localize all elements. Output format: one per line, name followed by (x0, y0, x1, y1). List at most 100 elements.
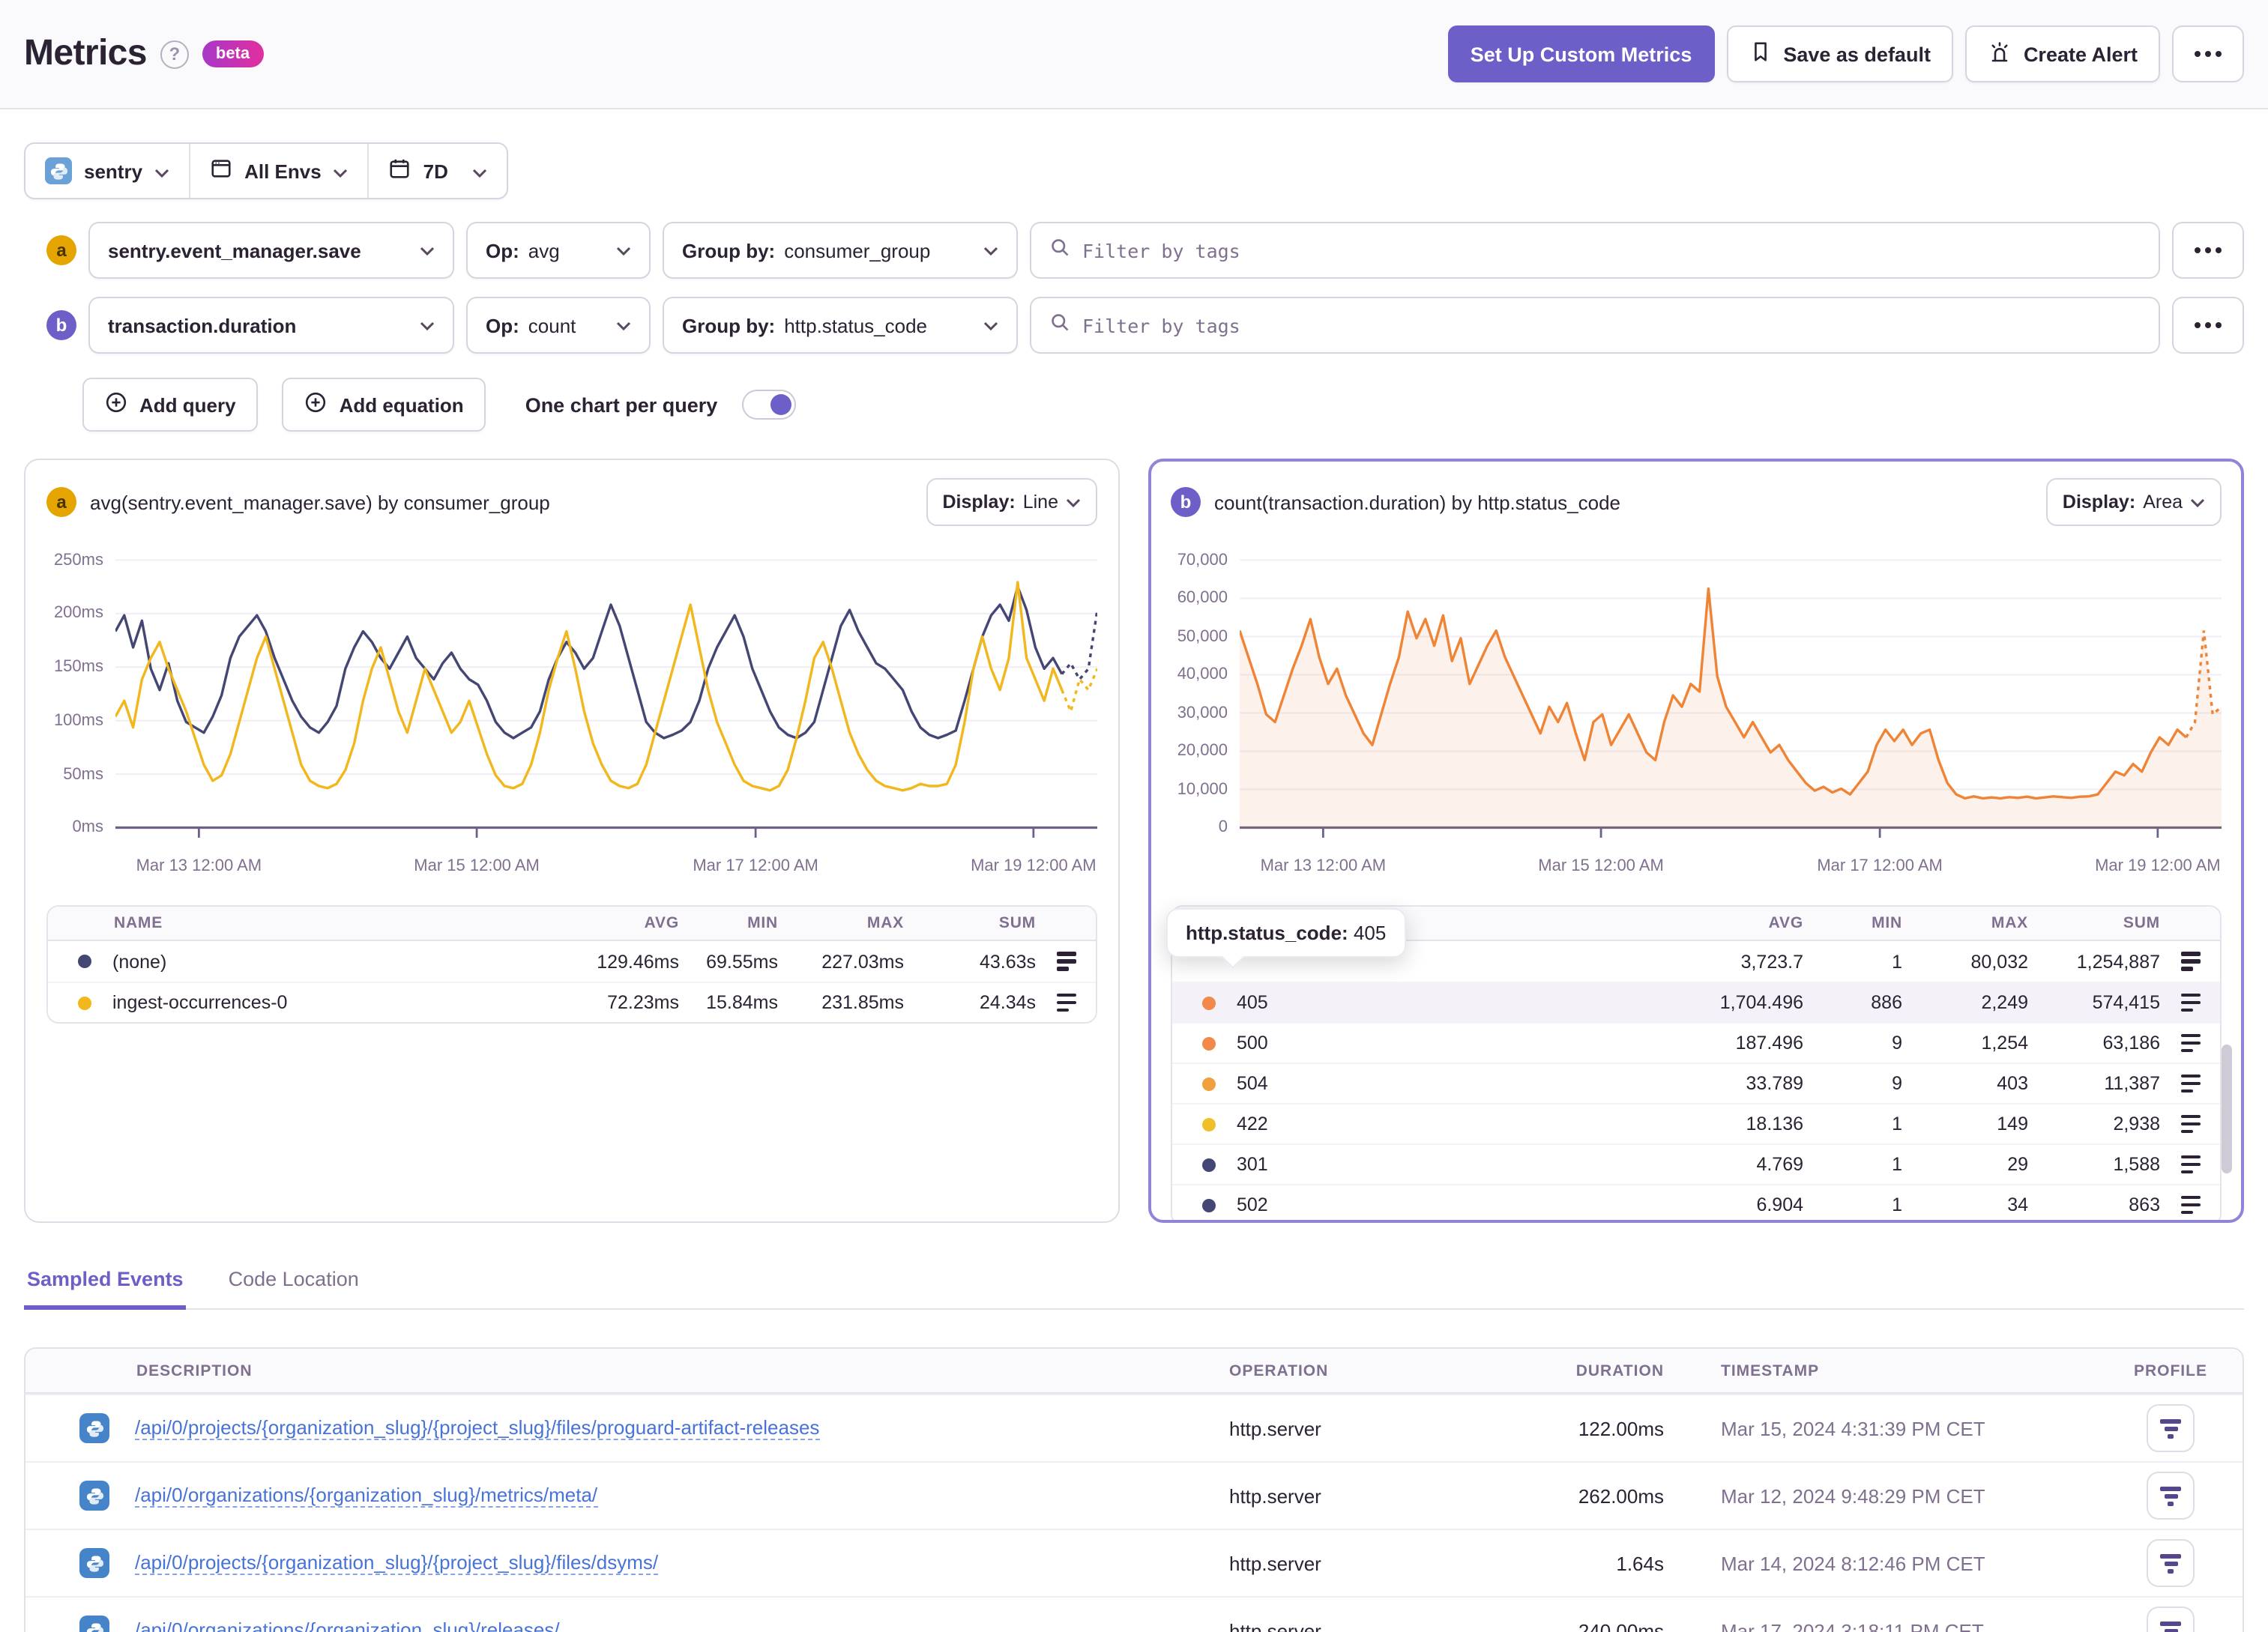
event-duration: 122.00ms (1499, 1394, 1664, 1461)
python-platform-icon (79, 1616, 109, 1632)
area-chart-b[interactable]: 70,000 60,000 50,000 40,000 30,000 20,000 10,0… (1171, 551, 2223, 884)
legend-scrollbar[interactable] (2222, 1045, 2232, 1173)
series-focus-icon[interactable] (2180, 1195, 2200, 1215)
query-badge-b: b (46, 310, 76, 340)
series-min: 1 (1892, 1194, 1902, 1215)
legend-row[interactable]: 301 4.769 1 29 1,588 (1172, 1143, 2220, 1184)
series-focus-icon[interactable] (1056, 952, 1076, 971)
group-by-select-a[interactable]: Group by: consumer_group (663, 222, 1018, 279)
environment-selector[interactable]: All Envs (189, 144, 368, 198)
x-tick-label: Mar 17 12:00 AM (1817, 857, 1943, 875)
series-sum: 24.34s (979, 992, 1036, 1013)
series-focus-icon[interactable] (1056, 993, 1076, 1012)
y-tick-label: 0 (1218, 818, 1228, 837)
operation-select-b[interactable]: Op: count (466, 297, 651, 354)
chevron-down-icon (616, 245, 631, 256)
tag-filter-input-b[interactable] (1082, 314, 2141, 336)
group-by-select-b[interactable]: Group by: http.status_code (663, 297, 1018, 354)
x-tick-label: Mar 15 12:00 AM (1538, 857, 1664, 875)
series-color-dot (1202, 1036, 1216, 1050)
series-name: 502 (1237, 1194, 1268, 1215)
legend-row[interactable]: 502 6.904 1 34 863 (1172, 1184, 2220, 1220)
plus-circle-icon (305, 391, 328, 418)
metric-select-b[interactable]: transaction.duration (88, 297, 454, 354)
add-equation-button[interactable]: Add equation (282, 378, 486, 432)
date-range-selector[interactable]: 7D (367, 144, 507, 198)
save-as-default-button[interactable]: Save as default (1726, 25, 1953, 82)
y-tick-label: 50ms (63, 765, 103, 784)
display-type-select-a[interactable]: Display: Line (926, 478, 1097, 526)
chart-panel-b[interactable]: b count(transaction.duration) by http.st… (1148, 459, 2244, 1223)
add-query-button[interactable]: Add query (82, 378, 259, 432)
one-chart-per-query-toggle[interactable] (741, 390, 796, 420)
series-focus-icon[interactable] (2180, 952, 2200, 971)
legend-column-sum: SUM (998, 914, 1036, 932)
legend-row[interactable]: (none) 129.46ms 69.55ms 227.03ms 43.63s (48, 941, 1096, 982)
series-name: 405 (1237, 992, 1268, 1013)
tag-filter-a (1030, 222, 2160, 279)
help-icon[interactable]: ? (160, 40, 189, 68)
legend-row[interactable]: 500 187.496 9 1,254 63,186 (1172, 1022, 2220, 1063)
search-icon (1049, 236, 1070, 265)
query-options-button-a[interactable] (2172, 222, 2244, 279)
event-description-link[interactable]: /api/0/organizations/{organization_slug}… (135, 1484, 598, 1508)
series-max: 149 (1997, 1113, 2028, 1134)
more-options-button[interactable] (2172, 25, 2244, 82)
profile-button[interactable] (2147, 1539, 2195, 1587)
tab-code-location[interactable]: Code Location (226, 1259, 362, 1310)
event-row: /api/0/projects/{organization_slug}/{pro… (25, 1394, 2243, 1461)
operation-select-a[interactable]: Op: avg (466, 222, 651, 279)
profile-button[interactable] (2147, 1607, 2195, 1632)
series-focus-icon[interactable] (2180, 993, 2200, 1012)
legend-column-sum: SUM (2123, 914, 2160, 932)
series-focus-icon[interactable] (2180, 1074, 2200, 1093)
series-name: 301 (1237, 1154, 1268, 1175)
y-tick-label: 10,000 (1177, 780, 1228, 799)
legend-row[interactable]: 405 1,704.496 886 2,249 574,415 (1172, 982, 2220, 1022)
y-tick-label: 30,000 (1177, 704, 1228, 722)
calendar-icon (389, 157, 411, 184)
create-alert-button[interactable]: Create Alert (1964, 25, 2160, 82)
tab-sampled-events[interactable]: Sampled Events (24, 1259, 187, 1310)
series-max: 80,032 (1970, 951, 2028, 972)
series-focus-icon[interactable] (2180, 1033, 2200, 1053)
event-description-link[interactable]: /api/0/projects/{organization_slug}/{pro… (135, 1551, 659, 1575)
python-platform-icon (79, 1413, 109, 1443)
y-tick-label: 250ms (53, 551, 103, 569)
legend-row[interactable]: 422 18.136 1 149 2,938 (1172, 1103, 2220, 1143)
metric-select-a[interactable]: sentry.event_manager.save (88, 222, 454, 279)
line-chart-a[interactable]: 250ms 200ms 150ms 100ms 50ms 0ms Mar 13 12:00… (46, 551, 1099, 884)
y-tick-label: 0ms (72, 818, 103, 837)
page-filter-bar: sentry All Envs 7D (24, 142, 508, 199)
x-tick-label: Mar 19 12:00 AM (2095, 857, 2221, 875)
event-description-link[interactable]: /api/0/projects/{organization_slug}/{pro… (135, 1416, 820, 1440)
setup-custom-metrics-button[interactable]: Set Up Custom Metrics (1447, 25, 1715, 82)
beta-badge: beta (202, 40, 264, 67)
y-axis-labels: 250ms 200ms 150ms 100ms 50ms 0ms (46, 551, 115, 838)
chevron-down-icon (334, 160, 349, 182)
x-tick-label: Mar 13 12:00 AM (1260, 857, 1387, 875)
series-name: 422 (1237, 1113, 1268, 1134)
series-focus-icon[interactable] (2180, 1155, 2200, 1174)
profile-button[interactable] (2147, 1472, 2195, 1520)
profile-button[interactable] (2147, 1404, 2195, 1452)
chart-panel-a[interactable]: a avg(sentry.event_manager.save) by cons… (24, 459, 1120, 1223)
series-max: 29 (2007, 1154, 2028, 1175)
event-description-link[interactable]: /api/0/organizations/{organization_slug}… (135, 1619, 560, 1632)
event-operation: http.server (1229, 1529, 1499, 1596)
series-focus-icon[interactable] (2180, 1114, 2200, 1134)
project-selector[interactable]: sentry (25, 144, 189, 198)
event-duration: 1.64s (1499, 1529, 1664, 1596)
x-tick-label: Mar 17 12:00 AM (693, 857, 818, 875)
series-avg: 187.496 (1735, 1033, 1803, 1054)
chart-title-b: count(transaction.duration) by http.stat… (1214, 491, 1620, 513)
column-header-duration: DURATION (1499, 1349, 1664, 1394)
display-type-select-b[interactable]: Display: Area (2045, 478, 2222, 526)
top-bar: Metrics ? beta Set Up Custom Metrics Sav… (0, 0, 2268, 109)
query-options-button-b[interactable] (2172, 297, 2244, 354)
series-avg: 1,704.496 (1719, 992, 1803, 1013)
tag-filter-input-a[interactable] (1082, 239, 2141, 262)
legend-row[interactable]: ingest-occurrences-0 72.23ms 15.84ms 231… (48, 982, 1096, 1022)
legend-row[interactable]: 504 33.789 9 403 11,387 (1172, 1063, 2220, 1103)
series-max: 403 (1997, 1073, 2028, 1094)
